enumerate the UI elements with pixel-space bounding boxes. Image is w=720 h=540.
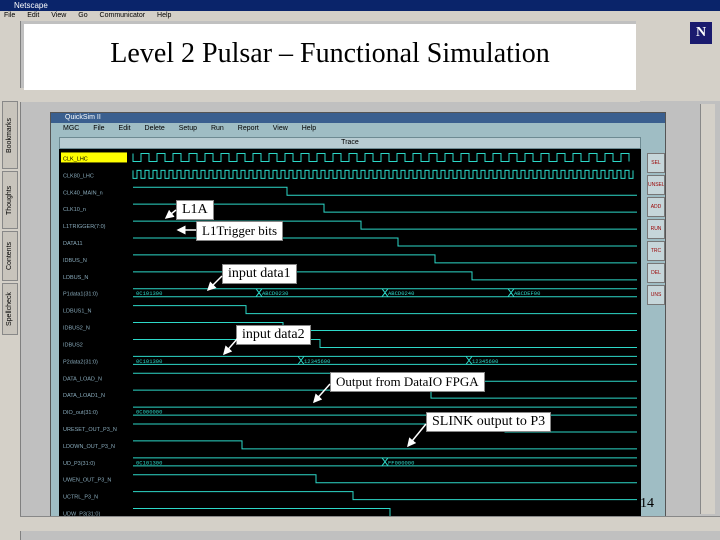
annotation-arrows (164, 209, 427, 448)
arrow-dataio (313, 383, 331, 404)
arrow-slink (407, 423, 427, 448)
arrow-input2 (223, 337, 239, 356)
page-number: 14 (640, 496, 654, 511)
arrow-input1 (206, 275, 223, 292)
arrow-l1a (164, 209, 177, 219)
